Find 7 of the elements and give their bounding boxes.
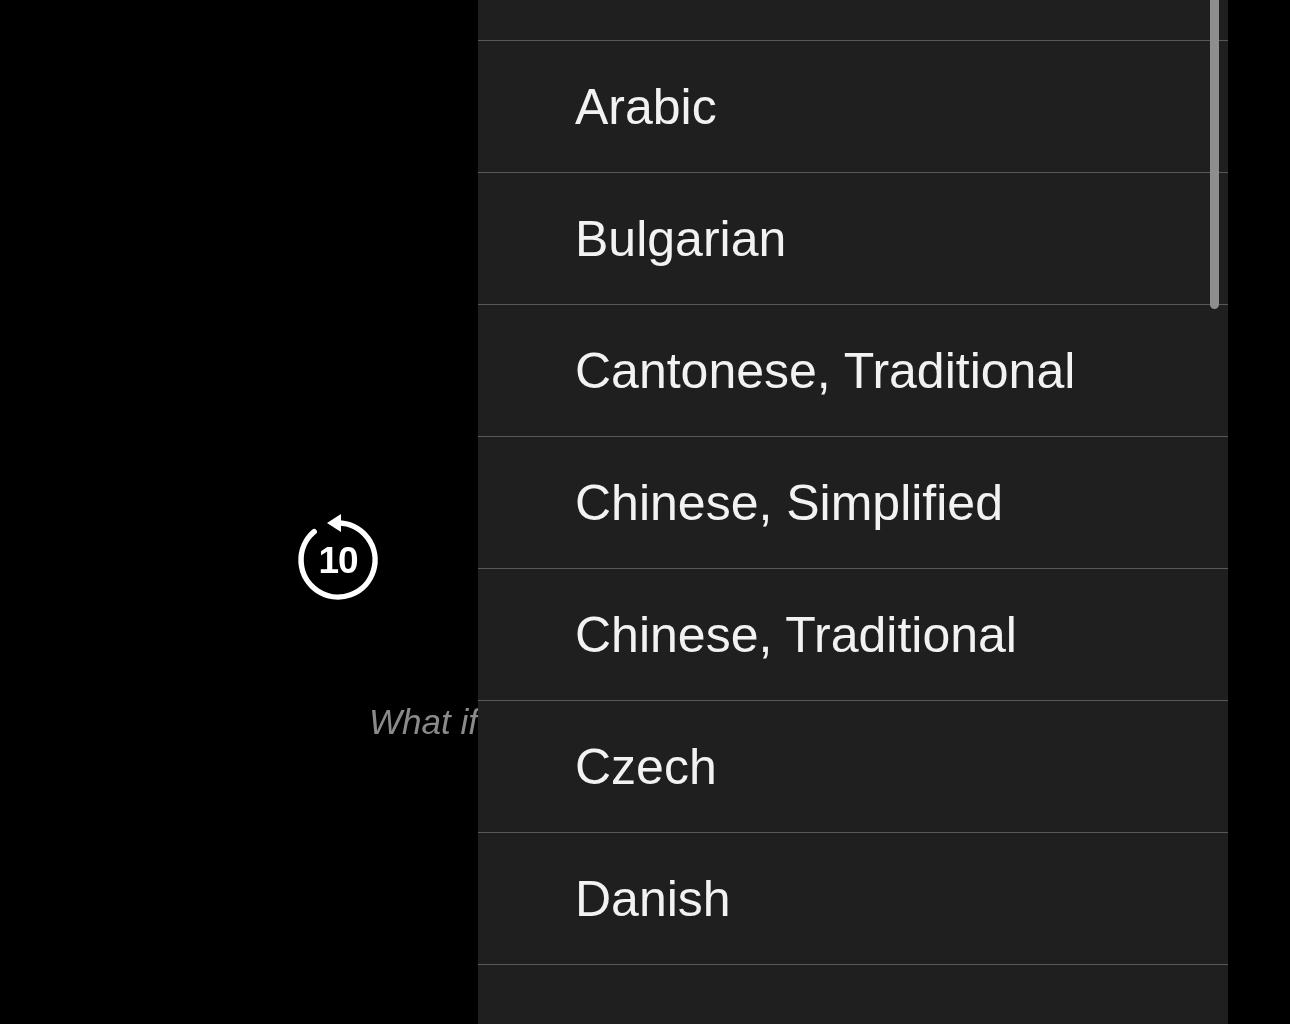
- language-option[interactable]: Danish: [478, 832, 1228, 964]
- language-option[interactable]: Czech: [478, 700, 1228, 832]
- skip-back-button[interactable]: 10: [293, 512, 383, 602]
- language-option[interactable]: Chinese, Traditional: [478, 568, 1228, 700]
- language-option[interactable]: Cantonese, Traditional: [478, 304, 1228, 436]
- scrollbar-thumb[interactable]: [1210, 0, 1219, 309]
- language-option[interactable]: Chinese, Simplified: [478, 436, 1228, 568]
